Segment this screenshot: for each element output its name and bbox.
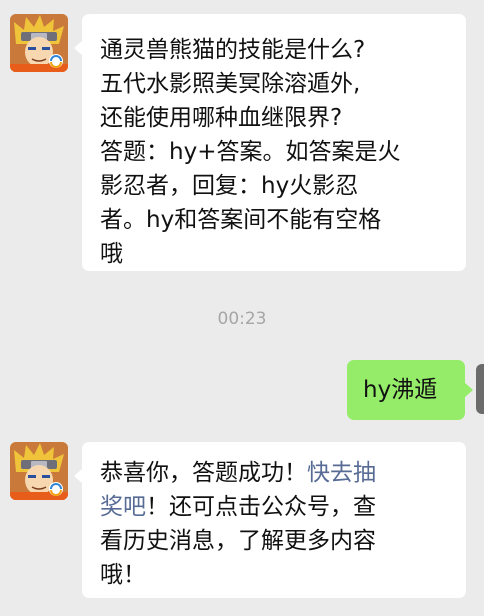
message-line: 者。hy和答案间不能有空格	[100, 207, 382, 233]
message-text: hy沸遁	[363, 377, 438, 403]
bubble-tail	[464, 382, 473, 398]
lottery-link[interactable]: 奖吧	[100, 494, 146, 520]
message-bubble-question[interactable]: 通灵兽熊猫的技能是什么? 五代水影照美冥除溶遁外, 还能使用哪种血继限界? 答题…	[74, 14, 466, 271]
message-line: 五代水影照美冥除溶遁外,	[100, 71, 361, 97]
message-line: 奖吧！还可点击公众号，查	[100, 490, 448, 524]
message-bubble-reply[interactable]: hy沸遁	[347, 360, 473, 420]
message-text: ！还可点击公众号，查	[146, 494, 376, 520]
message-timestamp: 00:23	[217, 309, 267, 329]
ninja-avatar-icon	[10, 442, 68, 500]
message-line: 还能使用哪种血继限界?	[100, 105, 343, 131]
message-line: 答题：hy+答案。如答案是火	[100, 139, 401, 165]
user-avatar[interactable]	[476, 364, 484, 414]
sender-avatar[interactable]	[10, 442, 68, 500]
message-text: 恭喜你，答题成功！	[100, 460, 307, 486]
sender-avatar[interactable]	[10, 14, 68, 72]
message-line: 通灵兽熊猫的技能是什么?	[100, 37, 366, 63]
bubble-tail	[74, 40, 83, 56]
message-bubble-result[interactable]: 恭喜你，答题成功！快去抽 奖吧！还可点击公众号，查 看历史消息，了解更多内容 哦…	[74, 442, 466, 598]
message-line: 哦	[100, 241, 123, 267]
message-line: 恭喜你，答题成功！快去抽	[100, 456, 448, 490]
lottery-link[interactable]: 快去抽	[307, 460, 376, 486]
message-line: 影忍者，回复：hy火影忍	[100, 173, 359, 199]
bubble-tail	[74, 468, 83, 484]
message-line: 哦！	[100, 562, 146, 588]
ninja-avatar-icon	[10, 14, 68, 72]
message-line: 看历史消息，了解更多内容	[100, 528, 376, 554]
